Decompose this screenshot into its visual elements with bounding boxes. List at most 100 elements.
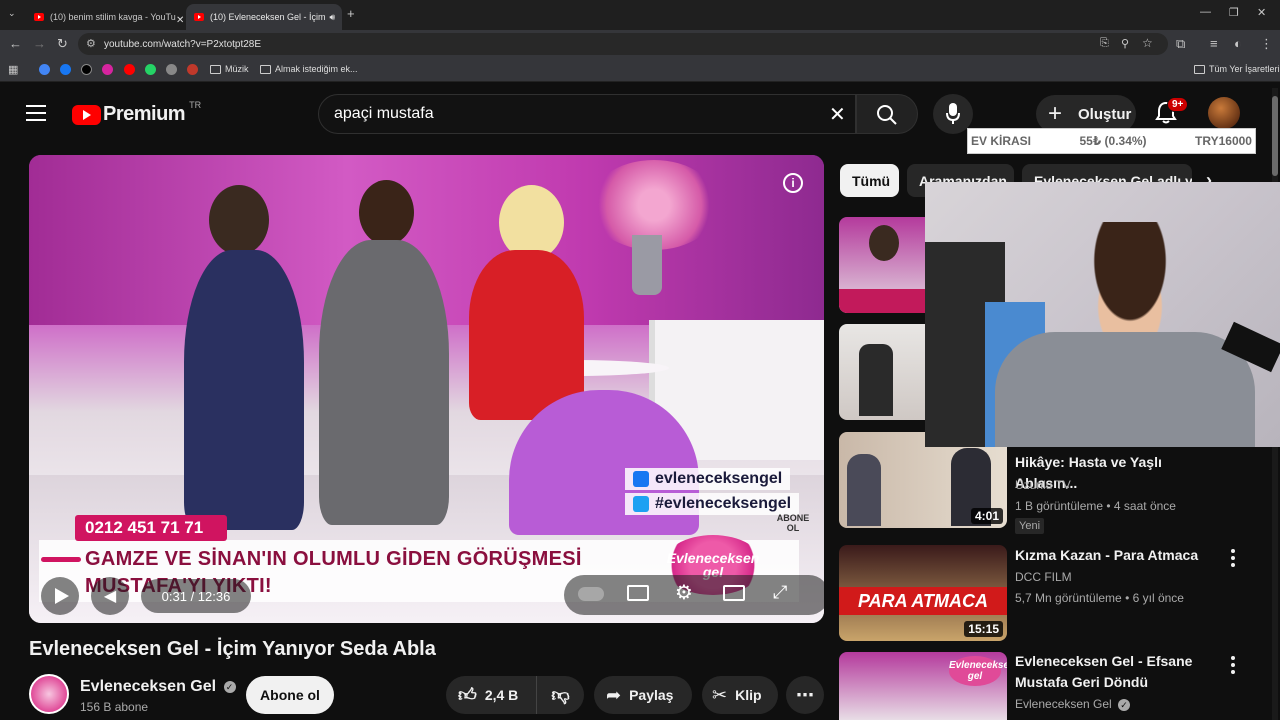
streamer-hoodie [995, 332, 1255, 447]
youtube-premium-logo[interactable]: Premium TR [72, 99, 202, 126]
account-avatar[interactable] [1208, 97, 1240, 129]
share-icon: ➦ [606, 684, 622, 705]
play-button[interactable] [41, 577, 79, 615]
share-button[interactable]: ➦ Paylaş [594, 676, 692, 714]
web-bookmark-icon[interactable] [166, 64, 177, 75]
speaker-icon: 🔊︎ [329, 11, 336, 22]
bookmark-folder-wishlist[interactable]: Almak istediğim ek... [260, 64, 358, 74]
video-duration: 15:15 [964, 621, 1003, 637]
twitter-handle-text: #evleneceksengel [655, 495, 792, 512]
browser-tab-2[interactable]: (10) Evleneceksen Gel - İçim 🔊︎ ✕ [186, 4, 342, 30]
bookmark-star-icon[interactable]: ☆ [1142, 36, 1153, 50]
dislike-button[interactable]: 👎︎ [536, 676, 584, 714]
ticker-change: 55₺ (0.34%) [1079, 134, 1147, 148]
clip-button[interactable]: ✂ Klip [702, 676, 778, 714]
video-player[interactable]: evleneceksengel #evleneceksengel ABONE O… [29, 155, 824, 623]
related-title[interactable]: Kızma Kazan - Para Atmaca [1015, 545, 1225, 566]
forward-icon[interactable]: → [33, 36, 46, 51]
hamburger-menu-icon[interactable] [26, 105, 46, 121]
banner-accent [41, 557, 81, 562]
subscribe-watermark: ABONE OL [776, 513, 810, 533]
extensions-icon[interactable]: ⧉ [1176, 36, 1185, 52]
play-icon [55, 588, 69, 604]
more-options-icon[interactable] [1231, 549, 1235, 570]
time-display: 0:31 / 12:36 [141, 579, 251, 613]
stream-ticker-overlay: EV KİRASI 55₺ (0.34%) TRY16000 [967, 128, 1256, 154]
clear-search-icon[interactable]: ✕ [829, 102, 846, 127]
settings-icon[interactable]: ⚙ [675, 580, 693, 605]
chrome-menu-icon[interactable]: ⋮ [1260, 36, 1273, 52]
related-thumbnail-4[interactable]: PARA ATMACA 15:15 [839, 545, 1007, 641]
folder-icon [1194, 64, 1205, 74]
more-options-icon[interactable] [1231, 656, 1235, 677]
media-icon[interactable]: ≡ [1210, 36, 1218, 51]
bookmark-label: Müzik [225, 64, 249, 74]
subtitles-icon[interactable] [627, 585, 649, 601]
channel-name[interactable]: Evleneceksen Gel ✓ [80, 678, 236, 696]
vase [632, 235, 662, 295]
info-icon[interactable]: i [783, 173, 803, 193]
region-code: TR [189, 99, 202, 110]
theater-mode-icon[interactable] [723, 585, 745, 601]
address-bar[interactable]: ⚙ youtube.com/watch?v=P2xtotpt28E ⎘ ⚲ ☆ [78, 33, 1168, 55]
browser-tab-1[interactable]: (10) benim stilim kavga - YouTu [26, 4, 184, 30]
mute-button[interactable]: ◀ [91, 577, 129, 615]
related-channel[interactable]: Evleneceksen Gel ✓ [1015, 697, 1131, 711]
bookmark-folder-music[interactable]: Müzik [210, 64, 249, 74]
url-text: youtube.com/watch?v=P2xtotpt28E [104, 38, 262, 50]
plus-icon: + [1048, 100, 1063, 127]
youtube-logo-icon [72, 104, 101, 125]
host-head [209, 185, 269, 255]
all-bookmarks[interactable]: Tüm Yer İşaretleri [1194, 64, 1280, 74]
twitter-icon [633, 496, 649, 512]
create-label: Oluştur [1078, 105, 1132, 123]
site-info-icon[interactable]: ⚙ [86, 37, 96, 50]
apps-grid-icon[interactable]: ▦ [8, 63, 18, 76]
notifications-button[interactable]: 9+ [1155, 97, 1189, 127]
back-icon[interactable]: ← [9, 36, 22, 51]
window-close-icon[interactable]: ✕ [1257, 6, 1266, 19]
install-app-icon[interactable]: ⎘ [1100, 37, 1109, 50]
whatsapp-bookmark-icon[interactable] [145, 64, 156, 75]
profile-icon[interactable]: ◐ [1234, 36, 1242, 51]
browser-toolbar: ← → ↻ ⚙ youtube.com/watch?v=P2xtotpt28E … [0, 30, 1280, 58]
thumb-title-text: PARA ATMACA [839, 587, 1007, 615]
more-actions-button[interactable]: ⋯ [786, 676, 824, 714]
facebook-bookmark-icon[interactable] [60, 64, 71, 75]
tab-title: (10) Evleneceksen Gel - İçim [210, 12, 326, 22]
clip-label: Klip [735, 687, 762, 703]
red-bookmark-icon[interactable] [187, 64, 198, 75]
x-bookmark-icon[interactable] [81, 64, 92, 75]
guest-figure [319, 240, 449, 525]
bookmark-label: Tüm Yer İşaretleri [1209, 64, 1280, 74]
video-duration: 4:01 [970, 508, 1003, 524]
search-button[interactable] [856, 94, 918, 134]
new-tab-icon[interactable]: + [347, 6, 355, 21]
related-channel[interactable]: DCC FILM [1015, 570, 1072, 584]
scrollbar-thumb[interactable] [1272, 96, 1278, 176]
related-channel[interactable]: Uzunlu TV [1015, 478, 1071, 492]
thumb-person [869, 225, 899, 261]
maximize-icon[interactable]: ❐ [1229, 6, 1239, 19]
subscribe-button[interactable]: Abone ol [246, 676, 334, 714]
google-bookmark-icon[interactable] [39, 64, 50, 75]
chip-all[interactable]: Tümü [840, 164, 899, 197]
browser-tab-strip: ⌄ (10) benim stilim kavga - YouTu ✕ (10)… [0, 0, 1280, 30]
fullscreen-icon[interactable]: ⤢ [773, 582, 787, 603]
reload-icon[interactable]: ↻ [57, 36, 68, 52]
related-thumbnail-5[interactable]: Evleneceksen gel [839, 652, 1007, 720]
related-title[interactable]: Evleneceksen Gel - Efsane Mustafa Geri D… [1015, 651, 1225, 693]
folder-icon [210, 64, 221, 74]
minimize-icon[interactable]: — [1200, 6, 1211, 18]
instagram-bookmark-icon[interactable] [102, 64, 113, 75]
youtube-bookmark-icon[interactable] [124, 64, 135, 75]
channel-avatar[interactable] [29, 674, 69, 714]
volume-icon: ◀ [103, 588, 117, 605]
zoom-icon[interactable]: ⚲ [1121, 37, 1129, 50]
like-button[interactable]: 👍︎ 2,4 B [446, 676, 536, 714]
share-label: Paylaş [629, 687, 674, 703]
autoplay-toggle[interactable] [578, 587, 604, 601]
facebook-icon [633, 471, 649, 487]
search-input[interactable]: apaçi mustafa ✕ [318, 94, 856, 134]
tab-search-icon[interactable]: ⌄ [8, 8, 16, 19]
